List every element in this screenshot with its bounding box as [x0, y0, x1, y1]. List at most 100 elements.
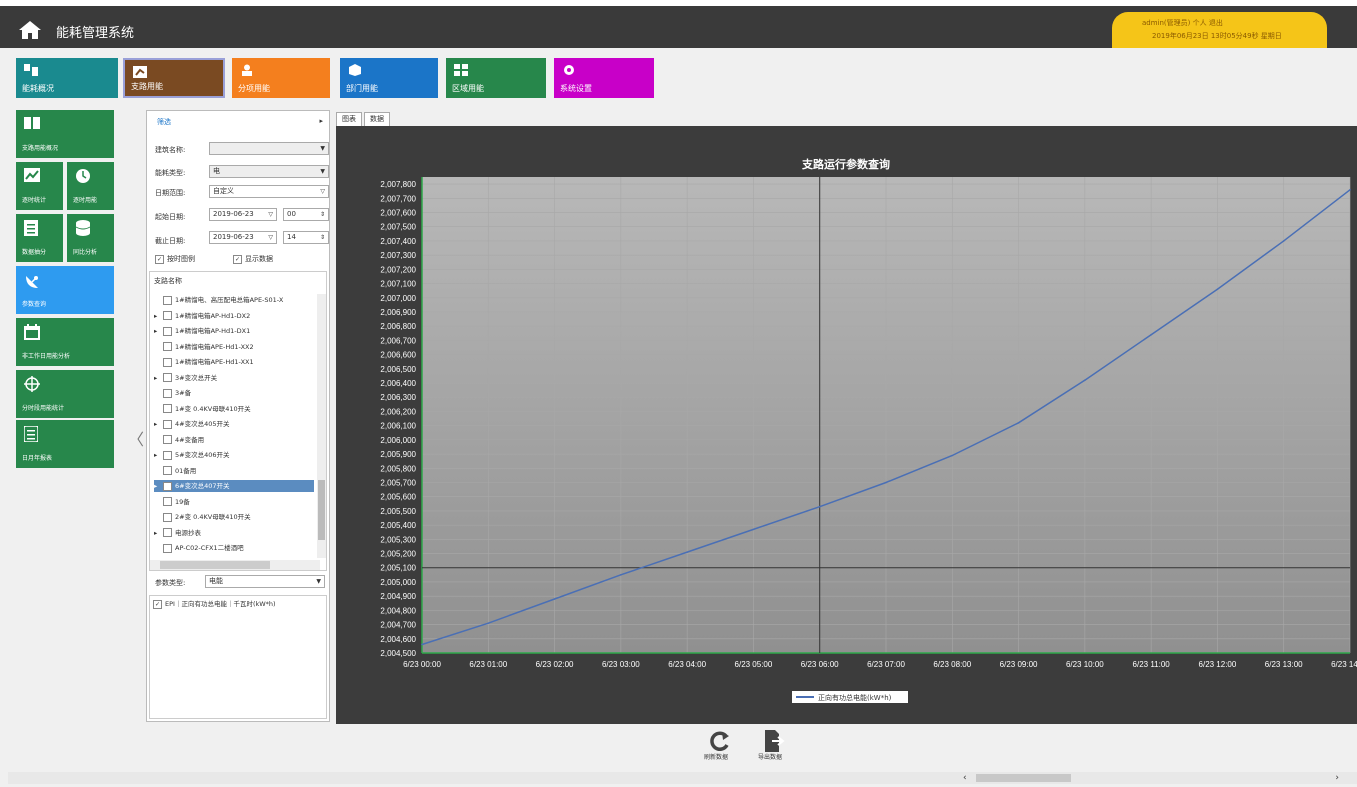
tree-item[interactable]: 2#变 0.4KV母联410开关	[154, 511, 251, 523]
building-select[interactable]: ▼	[209, 142, 329, 155]
param-item[interactable]: ✓ EPI｜正向有功总电能｜千瓦时(kW*h)	[153, 598, 276, 609]
end-date-label: 截止日期:	[155, 237, 186, 245]
tree-checkbox[interactable]	[163, 373, 172, 382]
y-tick-label: 2,006,800	[380, 322, 416, 331]
nav-item-energy[interactable]: 分项用能	[232, 58, 330, 98]
date-range-select[interactable]: 自定义 ▽	[209, 185, 329, 198]
tree-checkbox[interactable]	[163, 419, 172, 429]
tree-item[interactable]: 1#精馏电箱APE-Hd1-XX1	[154, 356, 254, 368]
collapse-filter-icon[interactable]: ▸	[319, 117, 323, 125]
nav-energy-overview[interactable]: 能耗概况	[16, 58, 118, 98]
end-date-input[interactable]: 2019-06-23 ▽	[209, 231, 277, 244]
tree-item[interactable]: 4#变备用	[154, 434, 204, 446]
start-hour-stepper[interactable]: 00 ⇕	[283, 208, 329, 221]
sidebar-item-data-extract[interactable]: 数据抽分	[16, 214, 63, 262]
checkbox-checked[interactable]: ✓	[153, 599, 162, 609]
scroll-left-icon[interactable]: ‹	[963, 772, 971, 784]
expand-arrow-icon[interactable]: ▸	[154, 310, 163, 322]
expand-arrow-icon[interactable]: ▸	[154, 418, 163, 430]
tree-checkbox[interactable]	[163, 404, 172, 413]
param-type-select[interactable]: 电能 ▼	[205, 575, 325, 588]
sidebar-item-reports[interactable]: 日月年报表	[16, 420, 114, 468]
tree-checkbox[interactable]	[163, 311, 172, 320]
scroll-thumb[interactable]	[976, 774, 1071, 782]
expand-arrow-icon[interactable]: ▸	[154, 527, 163, 539]
show-data-option[interactable]: ✓ 显示数据	[233, 254, 273, 264]
nav-system-settings[interactable]: 系统设置	[554, 58, 654, 98]
tree-checkbox[interactable]	[163, 450, 172, 460]
sidebar-item-period-stats[interactable]: 分时段用能统计	[16, 370, 114, 418]
expand-arrow-icon[interactable]: ▸	[154, 480, 163, 492]
tree-item[interactable]: ▸ 电源抄表	[154, 527, 201, 539]
export-button[interactable]: 导出数据	[758, 730, 786, 761]
tree-checkbox[interactable]	[163, 357, 172, 367]
tree-header: 支路名称	[154, 277, 182, 285]
tree-item[interactable]: ▸ ✓ 6#变次总407开关	[154, 480, 314, 492]
chevron-down-icon: ▽	[268, 211, 273, 218]
expand-arrow-icon[interactable]: ▸	[154, 449, 163, 461]
sidebar-item-nonworkday[interactable]: 非工作日用能分析	[16, 318, 114, 366]
checkbox-checked[interactable]: ✓	[155, 254, 164, 264]
end-hour-stepper[interactable]: 14 ⇕	[283, 231, 329, 244]
tree-scrollbar[interactable]	[317, 294, 326, 558]
expand-arrow-icon[interactable]: ▸	[154, 325, 163, 337]
export-label: 导出数据	[758, 754, 783, 761]
sidebar-item-param-query[interactable]: 参数查询	[16, 266, 114, 314]
scroll-thumb[interactable]	[160, 561, 270, 569]
chevron-down-icon: ▼	[316, 578, 321, 585]
tree-item[interactable]: 01备用	[154, 465, 196, 477]
tree-checkbox[interactable]	[163, 326, 172, 336]
param-type-label: 参数类型:	[155, 579, 186, 587]
tab-data[interactable]: 数据	[364, 112, 390, 127]
tree-item[interactable]: AP-C02-CFX1二楼酒吧	[154, 542, 244, 554]
user-icon	[242, 64, 252, 76]
scroll-right-icon[interactable]: ›	[1335, 772, 1339, 784]
nav-branch-energy[interactable]: 支路用能	[123, 58, 225, 98]
tree-checkbox[interactable]	[163, 388, 172, 398]
tree-item[interactable]: ▸ 3#变次总开关	[154, 372, 217, 384]
sidebar-item-yoy-analysis[interactable]: 同比分析	[67, 214, 114, 262]
tree-item[interactable]: 19备	[154, 496, 190, 508]
tree-item[interactable]: 1#变 0.4KV母联410开关	[154, 403, 251, 415]
scroll-thumb[interactable]	[318, 480, 325, 540]
tree-checkbox[interactable]	[163, 512, 172, 522]
expand-arrow-icon[interactable]: ▸	[154, 372, 163, 384]
tree-item-label: 3#变次总开关	[175, 373, 218, 382]
tree-item[interactable]: 3#备	[154, 387, 191, 399]
tree-item[interactable]: ▸ 1#精馏电箱AP-Hd1-DX1	[154, 325, 250, 337]
checkbox-checked[interactable]: ✓	[233, 254, 242, 264]
nav-area-energy[interactable]: 区域用能	[446, 58, 546, 98]
y-tick-label: 2,004,500	[380, 649, 416, 658]
data-point	[752, 528, 755, 531]
tree-checkbox[interactable]	[163, 497, 172, 506]
tree-checkbox[interactable]: ✓	[163, 481, 172, 491]
sidebar-item-hourly-stats[interactable]: 逐时统计	[16, 162, 63, 210]
home-icon[interactable]	[18, 20, 42, 40]
chevron-down-icon: ▽	[320, 188, 325, 195]
tree-item[interactable]: ▸ 5#变次总406开关	[154, 449, 230, 461]
tree-item[interactable]: ▸ 1#精馏电箱AP-Hd1-DX2	[154, 310, 250, 322]
line-chart[interactable]: 2,004,500 2,004,600 2,004,700 2,004,800 2,00…	[336, 126, 1357, 724]
nav-dept-energy[interactable]: 部门用能	[340, 58, 438, 98]
refresh-button[interactable]: 刷新数据	[704, 730, 732, 761]
tree-item[interactable]: ▸ 4#变次总405开关	[154, 418, 230, 430]
tree-checkbox[interactable]	[163, 435, 172, 444]
tree-checkbox[interactable]	[163, 528, 172, 537]
sidebar-item-branch-overview[interactable]: 支路用能概况	[16, 110, 114, 158]
user-info[interactable]: admin(管理员) 个人 退出	[1142, 18, 1223, 28]
tree-checkbox[interactable]	[163, 466, 172, 475]
energy-type-select[interactable]: 电 ▼	[209, 165, 329, 178]
tree-item[interactable]: 1#精馏电、高压配电总箱APE-S01-X	[154, 294, 283, 306]
tab-chart[interactable]: 图表	[336, 112, 362, 127]
hour-legend-option[interactable]: ✓ 按时图例	[155, 254, 195, 264]
spinner-icon: ⇕	[319, 234, 325, 241]
tree-checkbox[interactable]	[163, 295, 172, 305]
sidebar-item-hourly-energy[interactable]: 逐时用能	[67, 162, 114, 210]
tree-item[interactable]: 1#精馏电箱APE-Hd1-XX2	[154, 341, 254, 353]
param-item-label: EPI｜正向有功总电能｜千瓦时(kW*h)	[165, 600, 276, 608]
start-date-input[interactable]: 2019-06-23 ▽	[209, 208, 277, 221]
tree-checkbox[interactable]	[163, 543, 172, 553]
tree-hscrollbar[interactable]	[150, 560, 320, 570]
collapse-sidebar-icon[interactable]: 〈	[128, 426, 144, 450]
tree-checkbox[interactable]	[163, 342, 172, 351]
